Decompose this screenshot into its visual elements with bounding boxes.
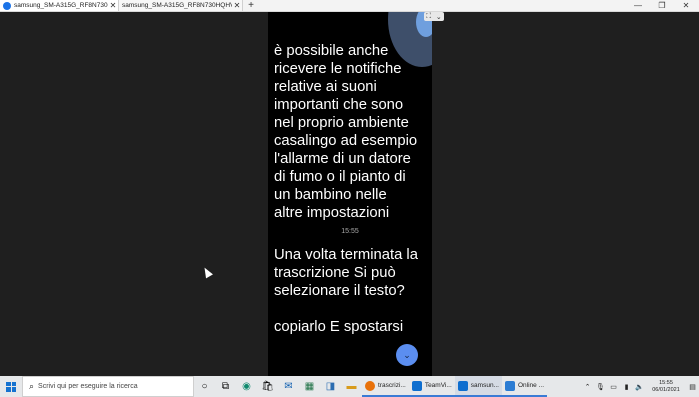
phone-screen[interactable]: è possibile anche ricevere le notifiche … <box>268 12 432 376</box>
fullscreen-icon[interactable]: ⛶ <box>426 13 431 21</box>
teamviewer-icon <box>411 380 422 391</box>
search-icon: ⌕ <box>29 381 35 391</box>
notification-icon[interactable]: ▤ <box>686 383 699 391</box>
microphone-icon[interactable]: 🎙 <box>594 383 607 391</box>
transcript-paragraph-2: Una volta terminata la trascrizione Si p… <box>274 247 418 299</box>
network-icon[interactable]: ▭ <box>607 383 620 391</box>
close-tab-icon[interactable]: ✕ <box>108 1 118 10</box>
taskbar-search-box[interactable]: ⌕ Scrivi qui per eseguire la ricerca <box>22 376 194 397</box>
taskbar-app-label: TeamVi... <box>424 382 452 389</box>
taskbar-app-teamviewer[interactable]: TeamVi... <box>408 376 455 397</box>
windows-taskbar: ⌕ Scrivi qui per eseguire la ricerca ○ ⧉… <box>0 376 699 397</box>
close-tab-icon[interactable]: ✕ <box>232 1 242 10</box>
transcript-paragraph-1: è possibile anche ricevere le notifiche … <box>274 43 418 221</box>
excel-icon[interactable]: ▦ <box>299 376 320 397</box>
search-placeholder: Scrivi qui per eseguire la ricerca <box>38 383 138 390</box>
teamviewer-icon <box>3 1 11 10</box>
tab-samsung-2[interactable]: samsung_SM-A315G_RF8N730HQHV ✕ <box>119 0 243 11</box>
chevron-down-icon: ⌄ <box>403 349 411 360</box>
clock-date: 06/01/2021 <box>652 386 680 393</box>
taskbar-app-samsung[interactable]: samsun... <box>454 376 502 397</box>
clock-time: 15:55 <box>659 379 673 386</box>
task-view-icon[interactable]: ⧉ <box>215 376 236 397</box>
chevron-down-icon[interactable]: ⌄ <box>436 13 442 21</box>
tab-label: samsung_SM-A315G_RF8N730HQHV <box>14 2 108 9</box>
taskbar-app-chrome[interactable]: trascrizi... <box>362 376 409 397</box>
taskbar-app-label: Online ... <box>517 382 544 389</box>
app-icon[interactable]: ◨ <box>320 376 341 397</box>
scroll-down-button[interactable]: ⌄ <box>396 344 418 366</box>
transcript-paragraph-3: copiarlo E spostarsi <box>274 319 404 335</box>
taskbar-app-online[interactable]: Online ... <box>501 376 547 397</box>
windows-logo-icon <box>6 381 16 392</box>
system-tray: ⌃ 🎙 ▭ ▮ 🔈 15:55 06/01/2021 ▤ <box>581 376 699 397</box>
transcript-timestamp: 15:55 <box>341 228 359 235</box>
close-window-button[interactable]: ✕ <box>674 0 698 11</box>
new-tab-button[interactable]: + <box>246 0 256 11</box>
online-meeting-icon <box>504 380 515 391</box>
store-icon[interactable]: 🛍 <box>257 376 278 397</box>
chrome-icon <box>365 380 375 391</box>
tab-samsung-1[interactable]: samsung_SM-A315G_RF8N730HQHV ✕ <box>0 0 119 11</box>
mouse-cursor-icon <box>201 265 213 279</box>
taskbar-app-label: trascrizi... <box>378 382 406 389</box>
browser-tab-bar: samsung_SM-A315G_RF8N730HQHV ✕ samsung_S… <box>0 0 699 12</box>
chevron-up-icon[interactable]: ⌃ <box>581 383 594 391</box>
phone-toolbar[interactable]: ⛶ ⌄ <box>424 12 444 21</box>
cortana-icon[interactable]: ○ <box>194 376 215 397</box>
tab-label: samsung_SM-A315G_RF8N730HQHV <box>122 2 232 9</box>
minimize-button[interactable]: — <box>626 0 650 11</box>
explorer-icon[interactable]: ▬ <box>341 376 362 397</box>
taskbar-clock[interactable]: 15:55 06/01/2021 <box>646 380 686 394</box>
edge-icon[interactable]: ◉ <box>236 376 257 397</box>
volume-icon[interactable]: 🔈 <box>633 383 646 391</box>
mail-icon[interactable]: ✉ <box>278 376 299 397</box>
teamviewer-icon <box>457 380 468 391</box>
taskbar-app-label: samsun... <box>470 382 499 389</box>
battery-icon[interactable]: ▮ <box>620 383 633 391</box>
maximize-button[interactable]: ❐ <box>650 0 674 11</box>
start-button[interactable] <box>0 376 22 397</box>
